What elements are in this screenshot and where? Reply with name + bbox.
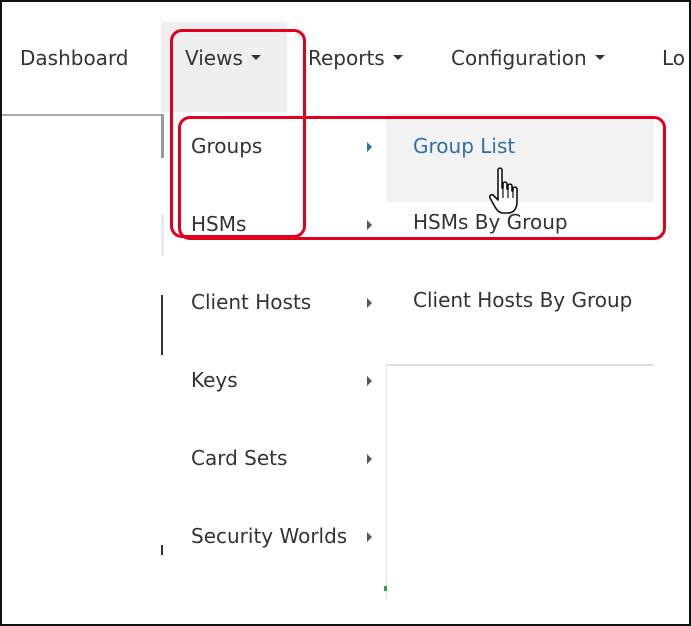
background-element (384, 586, 387, 591)
background-element (161, 295, 163, 355)
menu-item-client-hosts[interactable]: Client Hosts (164, 270, 386, 330)
background-element (161, 545, 163, 555)
hand-pointer-icon (488, 167, 518, 214)
menu-item-security-worlds[interactable]: Security Worlds (164, 504, 386, 564)
menu-item-label: Security Worlds (191, 524, 348, 548)
caret-down-icon (594, 55, 605, 60)
nav-reports-label: Reports (308, 46, 385, 70)
chevron-right-icon (367, 298, 372, 308)
annotation-groups-highlight (178, 116, 666, 240)
nav-dashboard[interactable]: Dashboard (20, 46, 129, 70)
menu-item-label: Card Sets (191, 446, 288, 470)
chevron-right-icon (367, 454, 372, 464)
menu-item-label: Client Hosts (191, 290, 312, 314)
submenu-item-client-hosts-by-group[interactable]: Client Hosts By Group (386, 278, 654, 344)
nav-logout-label: Lo (662, 46, 686, 70)
page-divider (2, 114, 162, 116)
chevron-right-icon (367, 376, 372, 386)
top-navbar: Dashboard Views Reports Configuration Lo (2, 2, 691, 112)
submenu-item-label: Client Hosts By Group (413, 288, 633, 312)
menu-item-card-sets[interactable]: Card Sets (164, 426, 386, 486)
nav-logout[interactable]: Lo (662, 46, 685, 70)
nav-configuration[interactable]: Configuration (451, 46, 605, 70)
menu-item-label: Keys (191, 368, 238, 392)
nav-configuration-label: Configuration (451, 46, 587, 70)
caret-down-icon (392, 55, 403, 60)
nav-reports[interactable]: Reports (308, 46, 403, 70)
chevron-right-icon (367, 532, 372, 542)
nav-dashboard-label: Dashboard (20, 46, 129, 70)
menu-item-keys[interactable]: Keys (164, 348, 386, 408)
